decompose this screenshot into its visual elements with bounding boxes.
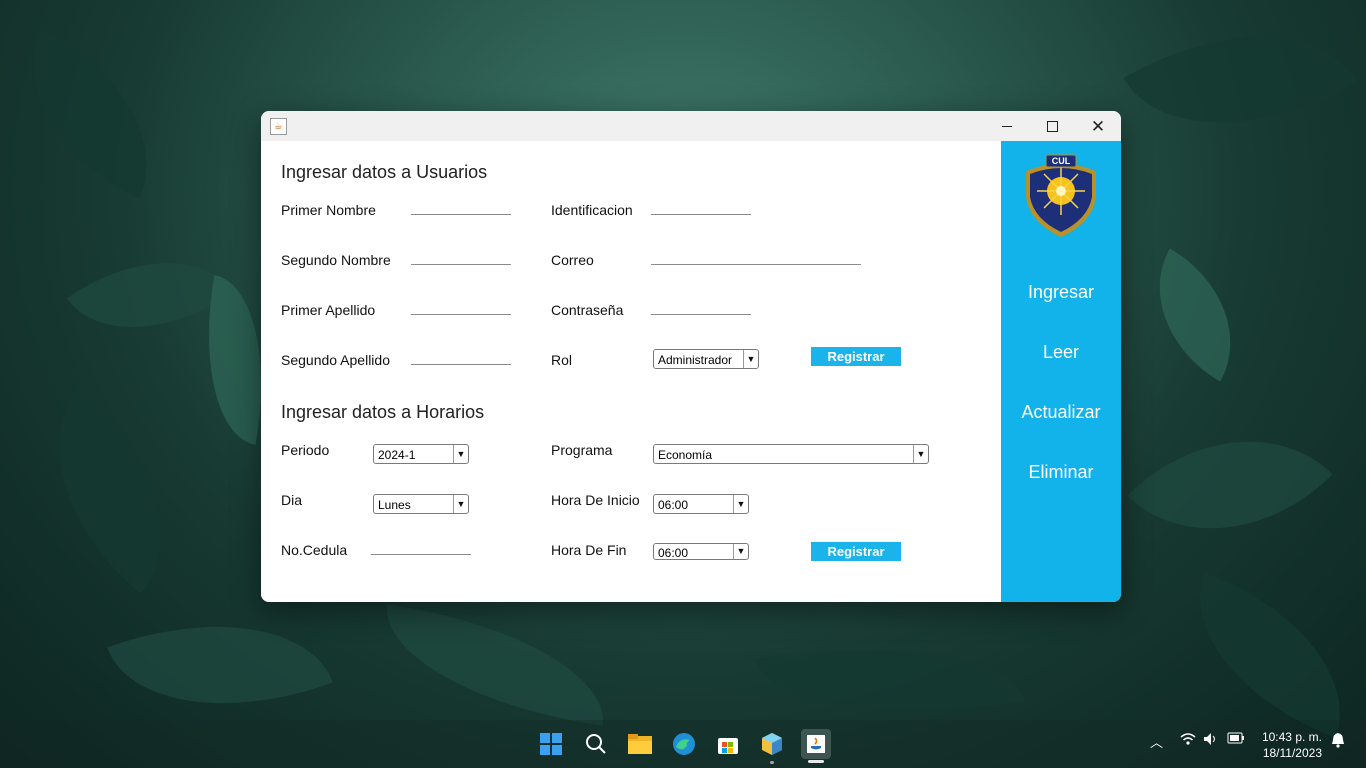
hora-inicio-select[interactable]: 06:00 ▼: [653, 494, 749, 514]
primer-apellido-label: Primer Apellido: [281, 302, 376, 318]
minimize-icon: [1002, 125, 1012, 127]
hora-fin-label: Hora De Fin: [551, 542, 627, 558]
clock-time: 10:43 p. m.: [1261, 730, 1322, 744]
close-button[interactable]: ✕: [1075, 111, 1121, 141]
nav-leer[interactable]: Leer: [1001, 342, 1121, 363]
correo-input[interactable]: [651, 246, 861, 265]
contrasena-input[interactable]: [651, 296, 751, 315]
nav-actualizar[interactable]: Actualizar: [1001, 402, 1121, 423]
identificacion-input[interactable]: [651, 196, 751, 215]
file-explorer-icon[interactable]: [625, 729, 655, 759]
dia-select[interactable]: Lunes ▼: [373, 494, 469, 514]
chevron-down-icon: ▼: [743, 350, 758, 368]
java-app-icon[interactable]: [801, 729, 831, 759]
hora-fin-selected-value: 06:00: [658, 546, 689, 560]
programa-selected-value: Economía: [658, 448, 713, 462]
side-panel: CUL Ingresar Leer Actualizar Eliminar: [1001, 141, 1121, 602]
microsoft-store-icon[interactable]: [713, 729, 743, 759]
java-app-icon: ☕: [270, 118, 287, 135]
periodo-label: Periodo: [281, 442, 330, 458]
contrasena-label: Contraseña: [551, 302, 624, 318]
form-area: Ingresar datos a Usuarios Primer Nombre …: [261, 141, 1001, 602]
segundo-nombre-input[interactable]: [411, 246, 511, 265]
dia-label: Dia: [281, 492, 303, 508]
segundo-apellido-input[interactable]: [411, 346, 511, 365]
close-icon: ✕: [1090, 116, 1106, 136]
windows-start-icon[interactable]: [536, 729, 566, 759]
chevron-down-icon: ▼: [453, 445, 468, 463]
hora-fin-select[interactable]: 06:00 ▼: [653, 543, 749, 560]
minimize-button[interactable]: [984, 111, 1030, 141]
chevron-down-icon: ▼: [913, 445, 928, 463]
chevron-down-icon: ▼: [453, 495, 468, 513]
registrar-usuario-button[interactable]: Registrar: [811, 347, 901, 366]
system-clock[interactable]: 10:43 p. m. 18/11/2023: [1262, 729, 1322, 761]
correo-label: Correo: [551, 252, 594, 268]
netbeans-icon[interactable]: [757, 729, 787, 759]
battery-icon[interactable]: [1227, 732, 1245, 747]
hora-inicio-selected-value: 06:00: [658, 498, 689, 512]
nav-eliminar[interactable]: Eliminar: [1001, 462, 1121, 483]
rol-select[interactable]: Administrador ▼: [653, 349, 759, 369]
periodo-selected-value: 2024-1: [378, 448, 416, 462]
taskbar: ︿ 10:43 p. m. 18/11/2023: [0, 720, 1366, 768]
horarios-section-title: Ingresar datos a Horarios: [281, 402, 485, 422]
programa-select[interactable]: Economía ▼: [653, 444, 929, 464]
chevron-down-icon: ▼: [733, 495, 748, 513]
chevron-down-icon: ▼: [733, 544, 748, 559]
dia-selected-value: Lunes: [378, 498, 411, 512]
segundo-nombre-label: Segundo Nombre: [281, 252, 391, 268]
volume-icon[interactable]: [1203, 732, 1219, 749]
logo-text: CUL: [1052, 156, 1071, 166]
primer-nombre-label: Primer Nombre: [281, 202, 376, 218]
notification-bell-icon[interactable]: [1331, 732, 1345, 751]
cedula-input[interactable]: [371, 536, 471, 555]
primer-nombre-input[interactable]: [411, 196, 511, 215]
programa-label: Programa: [551, 442, 613, 458]
university-shield-logo: CUL: [1026, 154, 1096, 237]
edge-browser-icon[interactable]: [669, 729, 699, 759]
rol-label: Rol: [551, 352, 573, 368]
cedula-label: No.Cedula: [281, 542, 348, 558]
usuarios-section-title: Ingresar datos a Usuarios: [281, 162, 488, 182]
chevron-up-icon[interactable]: ︿: [1150, 732, 1163, 751]
wifi-icon[interactable]: [1180, 732, 1196, 749]
segundo-apellido-label: Segundo Apellido: [281, 352, 390, 368]
active-app-indicator: [808, 760, 824, 763]
nav-ingresar[interactable]: Ingresar: [1001, 282, 1121, 303]
maximize-icon: [1046, 120, 1058, 132]
rol-selected-value: Administrador: [658, 353, 733, 367]
clock-date: 18/11/2023: [1262, 746, 1322, 760]
title-bar: ☕ ✕: [261, 111, 1121, 141]
hora-inicio-label: Hora De Inicio: [551, 492, 640, 508]
primer-apellido-input[interactable]: [411, 296, 511, 315]
maximize-button[interactable]: [1029, 111, 1075, 141]
search-icon[interactable]: [581, 729, 611, 759]
app-window: ☕ ✕ Ingresar datos a Usuarios Primer Nom…: [261, 111, 1121, 602]
registrar-horario-button[interactable]: Registrar: [811, 542, 901, 561]
running-app-indicator: [770, 761, 774, 764]
identificacion-label: Identificacion: [551, 202, 633, 218]
periodo-select[interactable]: 2024-1 ▼: [373, 444, 469, 464]
